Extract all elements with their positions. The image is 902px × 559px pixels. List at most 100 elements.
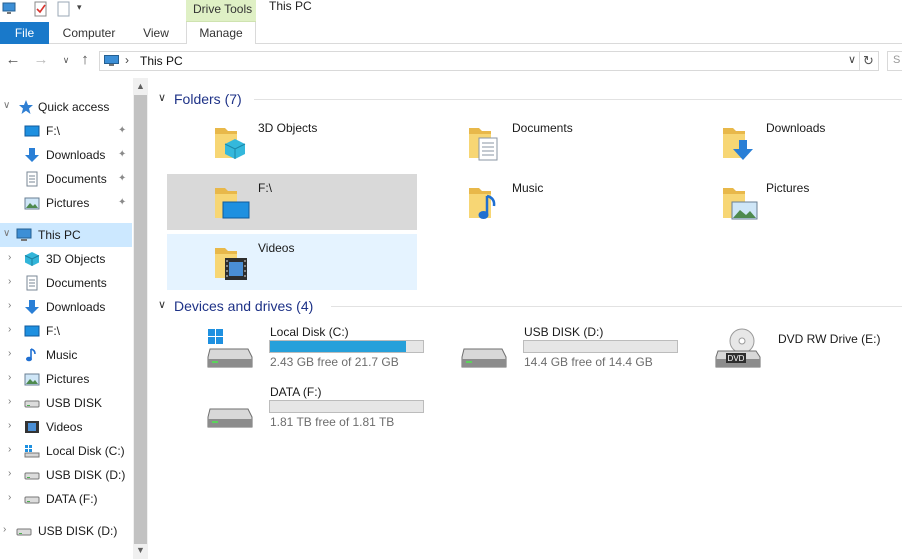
drive-name: DVD RW Drive (E:) (778, 332, 881, 346)
scroll-up-icon[interactable]: ▲ (133, 78, 148, 95)
chevron-down-icon[interactable]: ∨ (3, 100, 10, 111)
drive-tile-data-f[interactable]: DATA (F:) 1.81 TB free of 1.81 TB (162, 381, 424, 439)
drive-usage-bar (269, 340, 424, 353)
up-arrow-icon[interactable]: ↑ (77, 52, 93, 68)
chevron-right-icon[interactable]: › (8, 396, 11, 407)
nav-label: Music (46, 348, 78, 362)
scroll-thumb[interactable] (134, 95, 147, 544)
nav-label: USB DISK (D:) (46, 468, 126, 482)
chevron-down-icon[interactable]: ∨ (158, 298, 166, 311)
folder-tile-music[interactable]: Music (421, 174, 671, 230)
tab-file[interactable]: File (0, 22, 49, 44)
chevron-right-icon[interactable]: › (8, 468, 11, 479)
nav-item-usb-disk-d-root[interactable]: › USB DISK (D:) (0, 519, 132, 543)
download-arrow-icon (25, 300, 39, 314)
folder-tile-downloads[interactable]: Downloads (675, 114, 902, 170)
nav-label: 3D Objects (46, 252, 106, 266)
properties-icon[interactable] (34, 1, 48, 17)
windows-drive-icon (207, 329, 253, 368)
pin-icon[interactable]: ✦ (118, 149, 126, 160)
forward-arrow-icon[interactable]: → (33, 52, 49, 68)
drive-tile-usb-disk-d[interactable]: USB DISK (D:) 14.4 GB free of 14.4 GB (416, 321, 678, 379)
content-pane: ∨ Folders (7) 3D Objects Documents Downl… (150, 78, 902, 559)
ribbon-tabs: File Computer View Manage (0, 22, 902, 45)
new-folder-icon[interactable] (57, 1, 71, 17)
nav-item-documents-pinned[interactable]: Documents ✦ (0, 167, 132, 191)
nav-item-this-pc[interactable]: ∨ This PC (0, 223, 132, 247)
title-bar: ▾ Drive Tools This PC (0, 0, 902, 22)
nav-item-local-disk-c[interactable]: › Local Disk (C:) (0, 439, 132, 463)
back-arrow-icon[interactable]: ← (5, 52, 21, 68)
nav-item-pictures-pinned[interactable]: Pictures ✦ (0, 191, 132, 215)
folder-tile-f-drive[interactable]: F:\ (167, 174, 417, 230)
refresh-icon[interactable]: ↻ (859, 51, 879, 71)
pin-icon[interactable]: ✦ (118, 125, 126, 136)
tab-manage[interactable]: Manage (186, 22, 256, 45)
chevron-right-icon[interactable]: › (8, 276, 11, 287)
folders-group-header[interactable]: ∨ Folders (7) (150, 88, 902, 112)
cube-icon (24, 252, 40, 266)
chevron-right-icon[interactable]: › (8, 324, 11, 335)
drive-usage-fill (270, 341, 406, 352)
breadcrumb[interactable]: This PC (140, 54, 183, 68)
chevron-down-icon[interactable]: ∨ (158, 91, 166, 104)
address-bar[interactable]: › This PC ∨ (99, 51, 860, 71)
folder-tile-videos[interactable]: Videos (167, 234, 417, 290)
nav-item-videos[interactable]: › Videos (0, 415, 132, 439)
nav-item-data-f[interactable]: › DATA (F:) (0, 487, 132, 511)
chevron-right-icon[interactable]: › (8, 492, 11, 503)
chevron-down-icon[interactable]: ∨ (3, 228, 10, 239)
chevron-right-icon[interactable]: › (8, 348, 11, 359)
chevron-right-icon[interactable]: › (8, 420, 11, 431)
nav-item-pictures[interactable]: › Pictures (0, 367, 132, 391)
chevron-right-icon[interactable]: › (8, 372, 11, 383)
drive-monitor-icon (24, 325, 40, 337)
drive-usage-bar (523, 340, 678, 353)
drive-tools-context-label: Drive Tools (186, 0, 256, 22)
folder-name: Downloads (766, 121, 826, 135)
devices-group-header[interactable]: ∨ Devices and drives (4) (150, 295, 902, 319)
drive-name: Local Disk (C:) (270, 325, 349, 339)
nav-scrollbar[interactable]: ▲ ▼ (133, 78, 148, 559)
nav-item-documents[interactable]: › Documents (0, 271, 132, 295)
chevron-right-icon[interactable]: › (8, 444, 11, 455)
nav-item-f-drive-pinned[interactable]: F:\ ✦ (0, 119, 132, 143)
dvd-drive-icon: DVD (715, 328, 761, 368)
nav-item-downloads-pinned[interactable]: Downloads ✦ (0, 143, 132, 167)
drive-monitor-icon (24, 125, 40, 137)
document-icon (26, 171, 38, 187)
search-input[interactable]: S (887, 51, 902, 71)
chevron-right-icon[interactable]: › (8, 300, 11, 311)
chevron-right-icon[interactable]: › (8, 252, 11, 263)
drive-tile-dvd-rw-e[interactable]: DVD DVD RW Drive (E:) (670, 321, 902, 379)
nav-label: Quick access (38, 100, 110, 114)
scroll-down-icon[interactable]: ▼ (133, 542, 148, 559)
tab-computer[interactable]: Computer (50, 22, 128, 44)
customize-quick-access-icon[interactable]: ▾ (77, 2, 91, 18)
breadcrumb-chevron-icon[interactable]: › (125, 53, 129, 67)
folder-3d-objects-icon (215, 128, 246, 159)
nav-item-usb-disk-d[interactable]: › USB DISK (D:) (0, 463, 132, 487)
nav-item-music[interactable]: › Music (0, 343, 132, 367)
usb-drive-icon (461, 348, 507, 368)
folder-tile-pictures[interactable]: Pictures (675, 174, 902, 230)
nav-item-usb-disk[interactable]: › USB DISK (0, 391, 132, 415)
navigation-pane: ∨ Quick access F:\ ✦ Downloads ✦ Documen… (0, 78, 148, 559)
address-dropdown-icon[interactable]: ∨ (848, 53, 856, 66)
nav-label: DATA (F:) (46, 492, 98, 506)
drive-tile-local-disk-c[interactable]: Local Disk (C:) 2.43 GB free of 21.7 GB (162, 321, 424, 379)
computer-icon[interactable] (2, 1, 16, 17)
folder-tile-3d-objects[interactable]: 3D Objects (167, 114, 417, 170)
nav-item-f-drive[interactable]: › F:\ (0, 319, 132, 343)
folder-music-icon (469, 188, 496, 219)
pin-icon[interactable]: ✦ (118, 197, 126, 208)
recent-locations-chevron-icon[interactable]: ∨ (58, 52, 74, 68)
picture-icon (24, 197, 40, 210)
nav-item-3d-objects[interactable]: › 3D Objects (0, 247, 132, 271)
nav-item-downloads[interactable]: › Downloads (0, 295, 132, 319)
chevron-right-icon[interactable]: › (3, 524, 6, 535)
tab-view[interactable]: View (130, 22, 182, 44)
nav-item-quick-access[interactable]: ∨ Quick access (0, 95, 132, 119)
pin-icon[interactable]: ✦ (118, 173, 126, 184)
folder-tile-documents[interactable]: Documents (421, 114, 671, 170)
